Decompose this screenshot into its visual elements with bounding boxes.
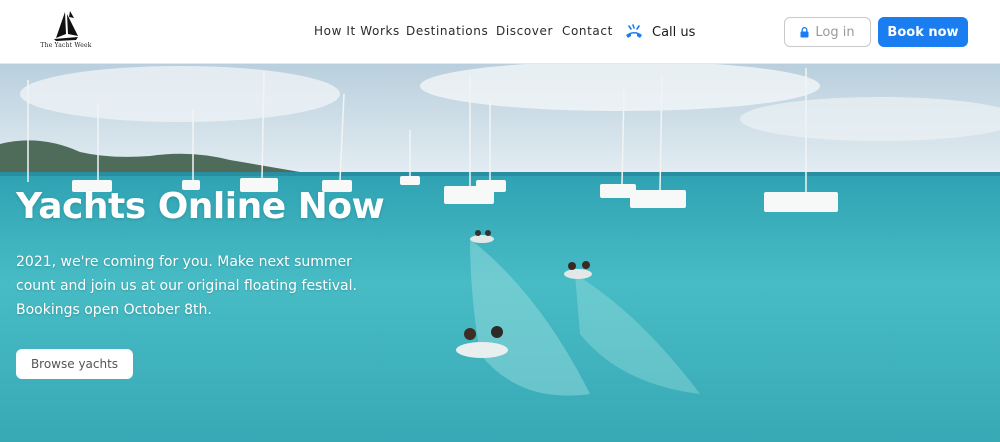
call-us-link[interactable]: Call us bbox=[624, 20, 695, 44]
sail-logo-icon bbox=[54, 11, 78, 41]
nav-discover[interactable]: Discover bbox=[496, 24, 553, 38]
login-button[interactable]: Log in bbox=[784, 17, 871, 47]
login-label: Log in bbox=[815, 24, 855, 40]
nav-destinations[interactable]: Destinations bbox=[406, 24, 488, 38]
hero-subtitle: 2021, we're coming for you. Make next su… bbox=[16, 250, 361, 322]
phone-wave-icon bbox=[626, 24, 642, 38]
nav-how-it-works[interactable]: How It Works bbox=[314, 24, 400, 38]
hero-subtitle-line: Bookings open October 8th. bbox=[16, 302, 212, 318]
hero-title: Yachts Online Now bbox=[16, 186, 385, 227]
site-header: The Yacht Week How It Works Destinations… bbox=[0, 0, 1000, 64]
lock-icon bbox=[800, 26, 809, 37]
nav-contact[interactable]: Contact bbox=[562, 24, 613, 38]
brand-name: The Yacht Week bbox=[40, 42, 92, 49]
hero-subtitle-line: 2021, we're coming for you. Make next su… bbox=[16, 254, 352, 270]
brand-logo[interactable]: The Yacht Week bbox=[30, 10, 102, 54]
hero-banner: Yachts Online Now 2021, we're coming for… bbox=[0, 64, 1000, 442]
call-us-label: Call us bbox=[652, 24, 696, 40]
browse-yachts-button[interactable]: Browse yachts bbox=[16, 349, 133, 379]
hero-subtitle-line: count and join us at our original floati… bbox=[16, 278, 357, 294]
book-now-button[interactable]: Book now bbox=[878, 17, 968, 47]
